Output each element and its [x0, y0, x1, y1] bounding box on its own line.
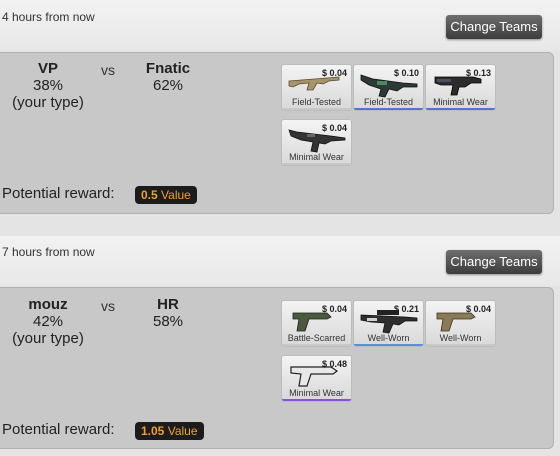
team2-name: HR [157, 296, 179, 313]
team1-note: (your type) [12, 330, 84, 347]
reward-label: Potential reward: [2, 421, 115, 438]
skin-item[interactable]: $ 0.04 Battle-Scarred [281, 300, 352, 347]
item-condition: Minimal Wear [289, 388, 344, 398]
item-condition: Well-Worn [367, 333, 410, 343]
match-time: 7 hours from now [2, 245, 95, 259]
rarity-bar [354, 344, 423, 346]
skin-item[interactable]: $ 0.04 Well-Worn [425, 300, 496, 347]
reward-value: 1.05 [141, 424, 165, 438]
item-price: $ 0.04 [465, 304, 491, 314]
item-price: $ 0.04 [321, 304, 347, 314]
team2-block: HR 58% [123, 296, 213, 330]
vs-label: vs [101, 298, 115, 314]
rarity-bar [282, 344, 351, 346]
item-condition: Well-Worn [439, 333, 482, 343]
team1-block: mouz 42% (your type) [3, 296, 93, 347]
match-card: 7 hours from now Change Teams mouz 42% (… [0, 0, 560, 456]
change-teams-button[interactable]: Change Teams [446, 250, 542, 274]
rarity-bar [426, 344, 495, 346]
item-condition: Battle-Scarred [287, 333, 346, 343]
item-price: $ 0.48 [321, 359, 347, 369]
team1-name: mouz [28, 296, 68, 313]
skin-item[interactable]: $ 0.21 Well-Worn [353, 300, 424, 347]
reward-value-badge: 1.05 Value [135, 422, 204, 440]
team2-percent: 58% [152, 313, 184, 330]
item-price: $ 0.21 [393, 304, 419, 314]
rarity-bar [282, 399, 351, 401]
reward-unit: Value [167, 424, 198, 438]
team1-percent: 42% [32, 313, 64, 330]
skin-item[interactable]: $ 0.48 Minimal Wear [281, 355, 352, 402]
